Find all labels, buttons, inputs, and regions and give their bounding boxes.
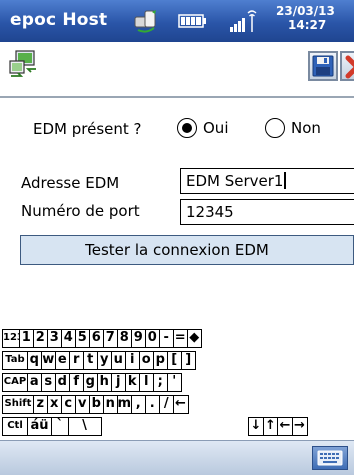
key-'[interactable]: '	[166, 373, 182, 392]
battery-icon[interactable]	[178, 13, 208, 29]
radio-non-circle[interactable]	[265, 118, 285, 138]
sync-icon[interactable]	[132, 8, 160, 34]
connection-settings-icon[interactable]	[8, 49, 38, 79]
key-áü[interactable]: áü	[26, 417, 53, 436]
date-text: 23/03/13	[276, 4, 335, 18]
key-Shift[interactable]: Shift	[2, 395, 34, 414]
soft-keyboard: 1231234567890-=◆Tabqwertyuiop[]CAPasdfgh…	[0, 326, 354, 440]
address-label: Adresse EDM	[21, 174, 120, 192]
port-input[interactable]: 12345	[180, 199, 354, 225]
radio-selected-dot	[182, 123, 192, 133]
radio-oui[interactable]: Oui	[177, 118, 228, 138]
key-←[interactable]: ←	[172, 395, 189, 414]
edm-present-label: EDM présent ?	[33, 120, 142, 138]
save-button[interactable]	[308, 51, 338, 81]
radio-oui-circle[interactable]	[177, 118, 197, 138]
port-value: 12345	[186, 203, 234, 221]
port-label: Numéro de port	[21, 202, 140, 220]
key-→[interactable]: →	[291, 417, 308, 436]
save-icon	[312, 55, 334, 77]
key-Tab[interactable]: Tab	[2, 351, 28, 370]
key-backslash[interactable]: \	[67, 417, 102, 436]
signal-icon[interactable]	[228, 9, 258, 35]
keyboard-icon	[317, 450, 343, 466]
test-connection-label: Tester la connexion EDM	[85, 241, 269, 259]
time-text: 14:27	[288, 18, 327, 32]
address-value: EDM Server1	[186, 172, 284, 190]
radio-non-label[interactable]: Non	[291, 119, 321, 137]
title-bar: epoc Host 23/03/13 14:27	[0, 0, 354, 42]
address-input[interactable]: EDM Server1	[180, 168, 354, 194]
text-caret	[284, 172, 287, 189]
app-title[interactable]: epoc Host	[10, 10, 107, 30]
key-`[interactable]: `	[51, 417, 69, 436]
bottom-bar	[0, 440, 354, 475]
toolbar	[0, 42, 354, 98]
close-icon	[345, 55, 354, 79]
keyboard-toggle-button[interactable]	[312, 446, 348, 470]
key-Ctl[interactable]: Ctl	[2, 417, 28, 436]
radio-non[interactable]: Non	[265, 118, 321, 138]
test-connection-button[interactable]: Tester la connexion EDM	[20, 235, 354, 265]
clock[interactable]: 23/03/13 14:27	[276, 4, 354, 32]
key-CAP[interactable]: CAP	[2, 373, 28, 392]
key-123[interactable]: 123	[2, 329, 20, 348]
close-button[interactable]	[340, 51, 354, 81]
key-][interactable]: ]	[180, 351, 196, 370]
radio-oui-label[interactable]: Oui	[203, 119, 228, 137]
key-◆[interactable]: ◆	[186, 329, 202, 348]
